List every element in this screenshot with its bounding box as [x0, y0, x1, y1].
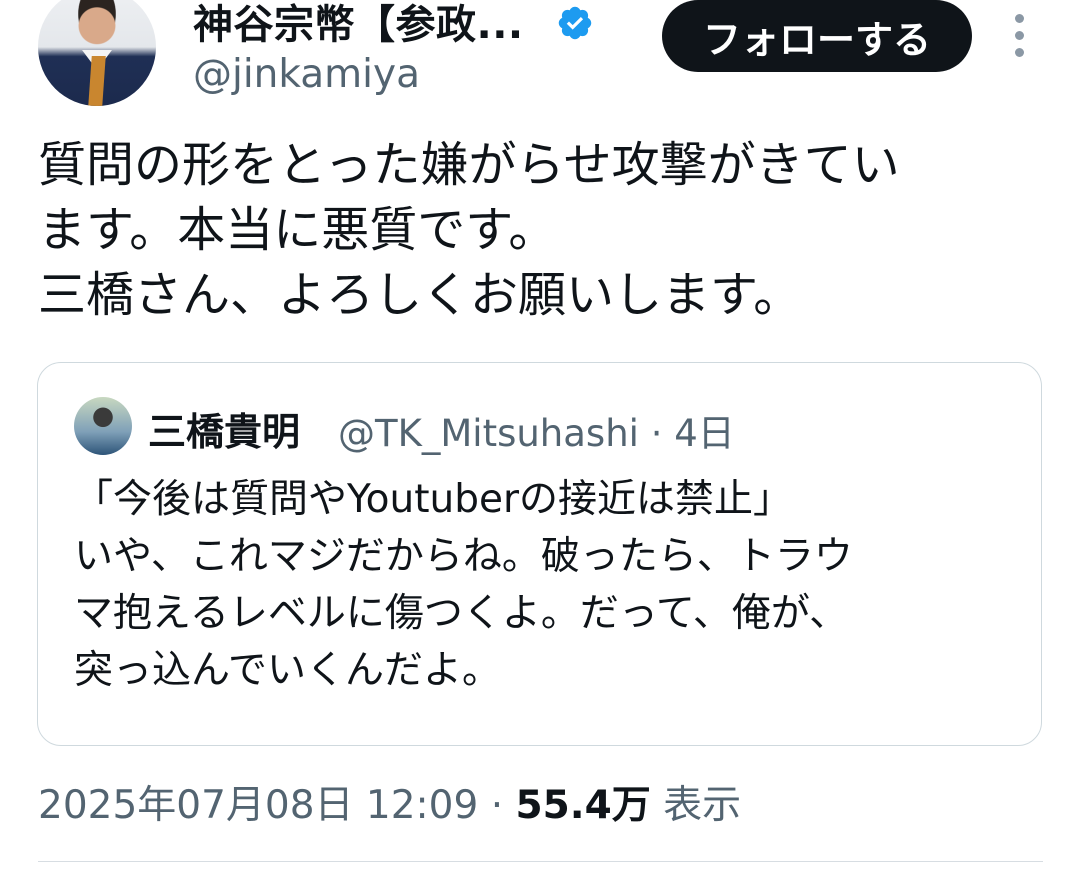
author-avatar[interactable]	[38, 0, 156, 106]
author-name[interactable]: 神谷宗幣【参政...	[193, 0, 524, 50]
follow-button[interactable]: フォローする	[662, 0, 972, 72]
quoted-author-name: 三橋貴明	[148, 410, 301, 454]
author-handle[interactable]: @jinkamiya	[193, 52, 420, 97]
avatar-tie	[88, 56, 106, 106]
post-meta: 2025年07月08日 12:09 · 55.4万 表示	[38, 774, 741, 830]
views-count: 55.4万	[515, 783, 651, 828]
views-label: 表示	[650, 783, 742, 828]
more-vertical-icon[interactable]	[1008, 14, 1030, 58]
more-dot	[1014, 31, 1024, 40]
more-dot	[1014, 14, 1024, 23]
quoted-author-avatar[interactable]	[74, 397, 132, 455]
meta-separator: ·	[478, 783, 516, 828]
post-timestamp[interactable]: 2025年07月08日 12:09	[38, 783, 478, 828]
quoted-author-handle-time: @TK_Mitsuhashi · 4日	[338, 412, 735, 455]
post-text: 質問の形をとった嫌がらせ攻撃がきてい ます。本当に悪質です。 三橋さん、よろしく…	[38, 137, 900, 323]
divider	[38, 861, 1043, 862]
quoted-post-text: 「今後は質問やYoutuberの接近は禁止」 いや、これマジだからね。破ったら、…	[74, 477, 853, 693]
verified-badge-icon	[558, 6, 592, 40]
more-dot	[1014, 48, 1024, 57]
quoted-post[interactable]: 三橋貴明 @TK_Mitsuhashi · 4日 「今後は質問やYoutuber…	[37, 362, 1042, 746]
